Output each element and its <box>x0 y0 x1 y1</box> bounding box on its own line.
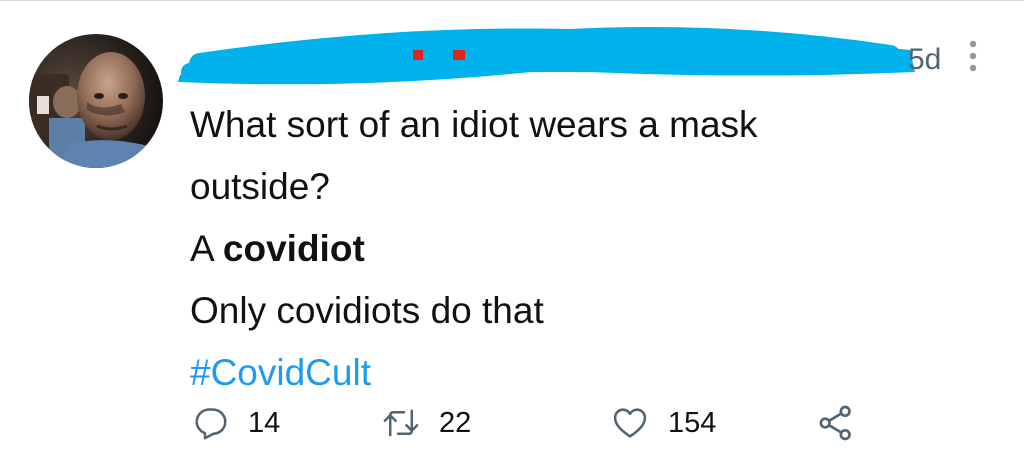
retweet-count: 22 <box>439 406 472 439</box>
retweet-button[interactable]: 22 <box>381 398 471 448</box>
tweet-line-2: outside? <box>190 166 330 207</box>
heart-icon <box>613 408 647 438</box>
timestamp[interactable]: 5d <box>908 42 941 78</box>
tweet[interactable]: 5d What sort of an idiot wears a mask ou… <box>0 0 1024 473</box>
share-button[interactable] <box>816 398 856 448</box>
avatar[interactable] <box>29 34 163 168</box>
redacted-username <box>178 27 915 85</box>
tweet-line-1: What sort of an idiot wears a mask <box>190 104 758 145</box>
tweet-line-3-bold: covidiot <box>222 228 365 269</box>
reply-count: 14 <box>248 406 281 439</box>
hashtag-link[interactable]: #CovidCult <box>190 342 950 404</box>
avatar-image <box>29 34 163 168</box>
action-bar: 14 22 154 <box>0 398 1024 448</box>
share-icon <box>819 405 851 441</box>
retweet-icon <box>383 409 419 437</box>
tweet-line-4: Only covidiots do that <box>190 290 544 331</box>
tweet-line-3: A covidiot <box>190 218 950 280</box>
like-button[interactable]: 154 <box>610 398 716 448</box>
like-count: 154 <box>668 406 717 439</box>
more-vertical-icon[interactable] <box>963 36 983 76</box>
tweet-text: What sort of an idiot wears a mask outsi… <box>190 94 950 404</box>
tweet-line-3-prefix: A <box>190 228 223 269</box>
reply-button[interactable]: 14 <box>192 398 280 448</box>
reply-icon <box>195 408 227 440</box>
